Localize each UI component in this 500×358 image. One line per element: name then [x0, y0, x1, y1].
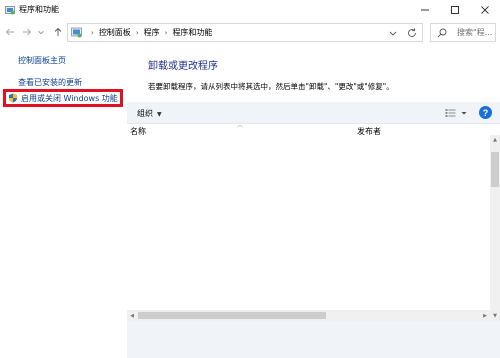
search-input[interactable]: 搜索"程...: [457, 27, 492, 38]
program-list[interactable]: [127, 136, 490, 310]
toolbar: 组织 ▼ ?: [127, 102, 500, 124]
arrow-left-icon: [5, 28, 14, 36]
title-bar: 程序和功能: [0, 0, 500, 20]
scrollbar-thumb[interactable]: [491, 152, 499, 187]
close-button[interactable]: [470, 0, 500, 20]
caret-down-icon: ▼: [157, 111, 162, 118]
refresh-icon[interactable]: [406, 27, 418, 39]
shield-icon: [9, 93, 17, 103]
minimize-button[interactable]: [410, 0, 440, 20]
breadcrumb-separator: ›: [91, 28, 94, 37]
page-description: 若要卸载程序，请从列表中将其选中，然后单击"卸载"、"更改"或"修复"。: [148, 82, 394, 91]
up-button[interactable]: [52, 26, 64, 38]
details-pane: [127, 321, 500, 358]
search-icon: [437, 28, 447, 38]
scroll-up-icon[interactable]: ▲: [490, 135, 500, 145]
scroll-left-icon[interactable]: ◀: [127, 310, 137, 321]
view-installed-updates-link[interactable]: 查看已安装的更新: [18, 77, 82, 88]
scroll-down-icon[interactable]: ▼: [490, 311, 500, 321]
sort-caret-icon: ︿: [237, 122, 244, 129]
chevron-down-icon: [38, 30, 44, 35]
caret-down-icon[interactable]: [460, 109, 468, 117]
search-box[interactable]: 搜索"程...: [430, 23, 496, 42]
breadcrumb-separator: ›: [135, 28, 139, 37]
window-title: 程序和功能: [19, 5, 59, 14]
address-bar[interactable]: › 控制面板 › 程序 › 程序和功能: [67, 23, 423, 42]
minimize-icon: [421, 9, 429, 11]
control-panel-icon: [71, 27, 82, 38]
arrow-up-icon: [54, 27, 62, 36]
help-icon[interactable]: ?: [479, 106, 492, 119]
back-button[interactable]: [4, 26, 16, 38]
close-icon: [481, 6, 489, 14]
vertical-scrollbar[interactable]: ▲ ▼: [490, 135, 500, 321]
page-title: 卸载或更改程序: [148, 61, 218, 72]
chevron-down-icon[interactable]: [388, 28, 398, 38]
breadcrumb-control-panel[interactable]: 控制面板: [99, 27, 131, 38]
left-pane: 控制面板主页 查看已安装的更新 启用或关闭 Windows 功能: [0, 45, 125, 358]
scroll-right-icon[interactable]: ▶: [480, 310, 490, 321]
main-content: 卸载或更改程序 若要卸载程序，请从列表中将其选中，然后单击"卸载"、"更改"或"…: [127, 45, 500, 358]
windows-features-link[interactable]: 启用或关闭 Windows 功能: [3, 89, 123, 107]
breadcrumb-programs-and-features[interactable]: 程序和功能: [172, 27, 212, 38]
view-details-icon[interactable]: [445, 108, 456, 118]
maximize-button[interactable]: [440, 0, 470, 20]
organize-label: 组织: [137, 109, 153, 118]
list-header: ︿ 名称 发布者: [127, 122, 500, 136]
navigation-bar: › 控制面板 › 程序 › 程序和功能 搜索"程...: [0, 20, 500, 45]
maximize-icon: [451, 6, 459, 14]
breadcrumb-separator: ›: [164, 28, 168, 37]
windows-features-label: 启用或关闭 Windows 功能: [21, 93, 118, 103]
forward-button[interactable]: [21, 26, 33, 38]
scrollbar-thumb[interactable]: [138, 312, 326, 319]
breadcrumb-programs[interactable]: 程序: [144, 27, 160, 38]
recent-locations-button[interactable]: [37, 26, 45, 38]
control-panel-home-link[interactable]: 控制面板主页: [18, 55, 66, 66]
arrow-right-icon: [23, 28, 32, 36]
organize-button[interactable]: 组织 ▼: [137, 108, 162, 119]
breadcrumb: › 控制面板 › 程序 › 程序和功能: [86, 24, 212, 41]
horizontal-scrollbar[interactable]: ◀ ▶: [127, 310, 490, 321]
programs-icon: [5, 6, 15, 15]
